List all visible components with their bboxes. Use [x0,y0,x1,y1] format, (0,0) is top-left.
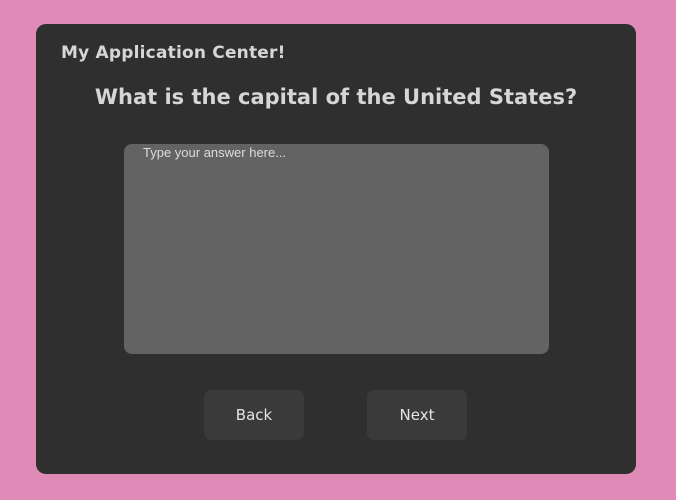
back-button[interactable]: Back [204,390,304,440]
application-panel: My Application Center! What is the capit… [36,24,636,474]
question-text: What is the capital of the United States… [94,85,578,109]
app-title: My Application Center! [61,43,286,63]
answer-input[interactable] [124,144,549,354]
next-button[interactable]: Next [367,390,467,440]
